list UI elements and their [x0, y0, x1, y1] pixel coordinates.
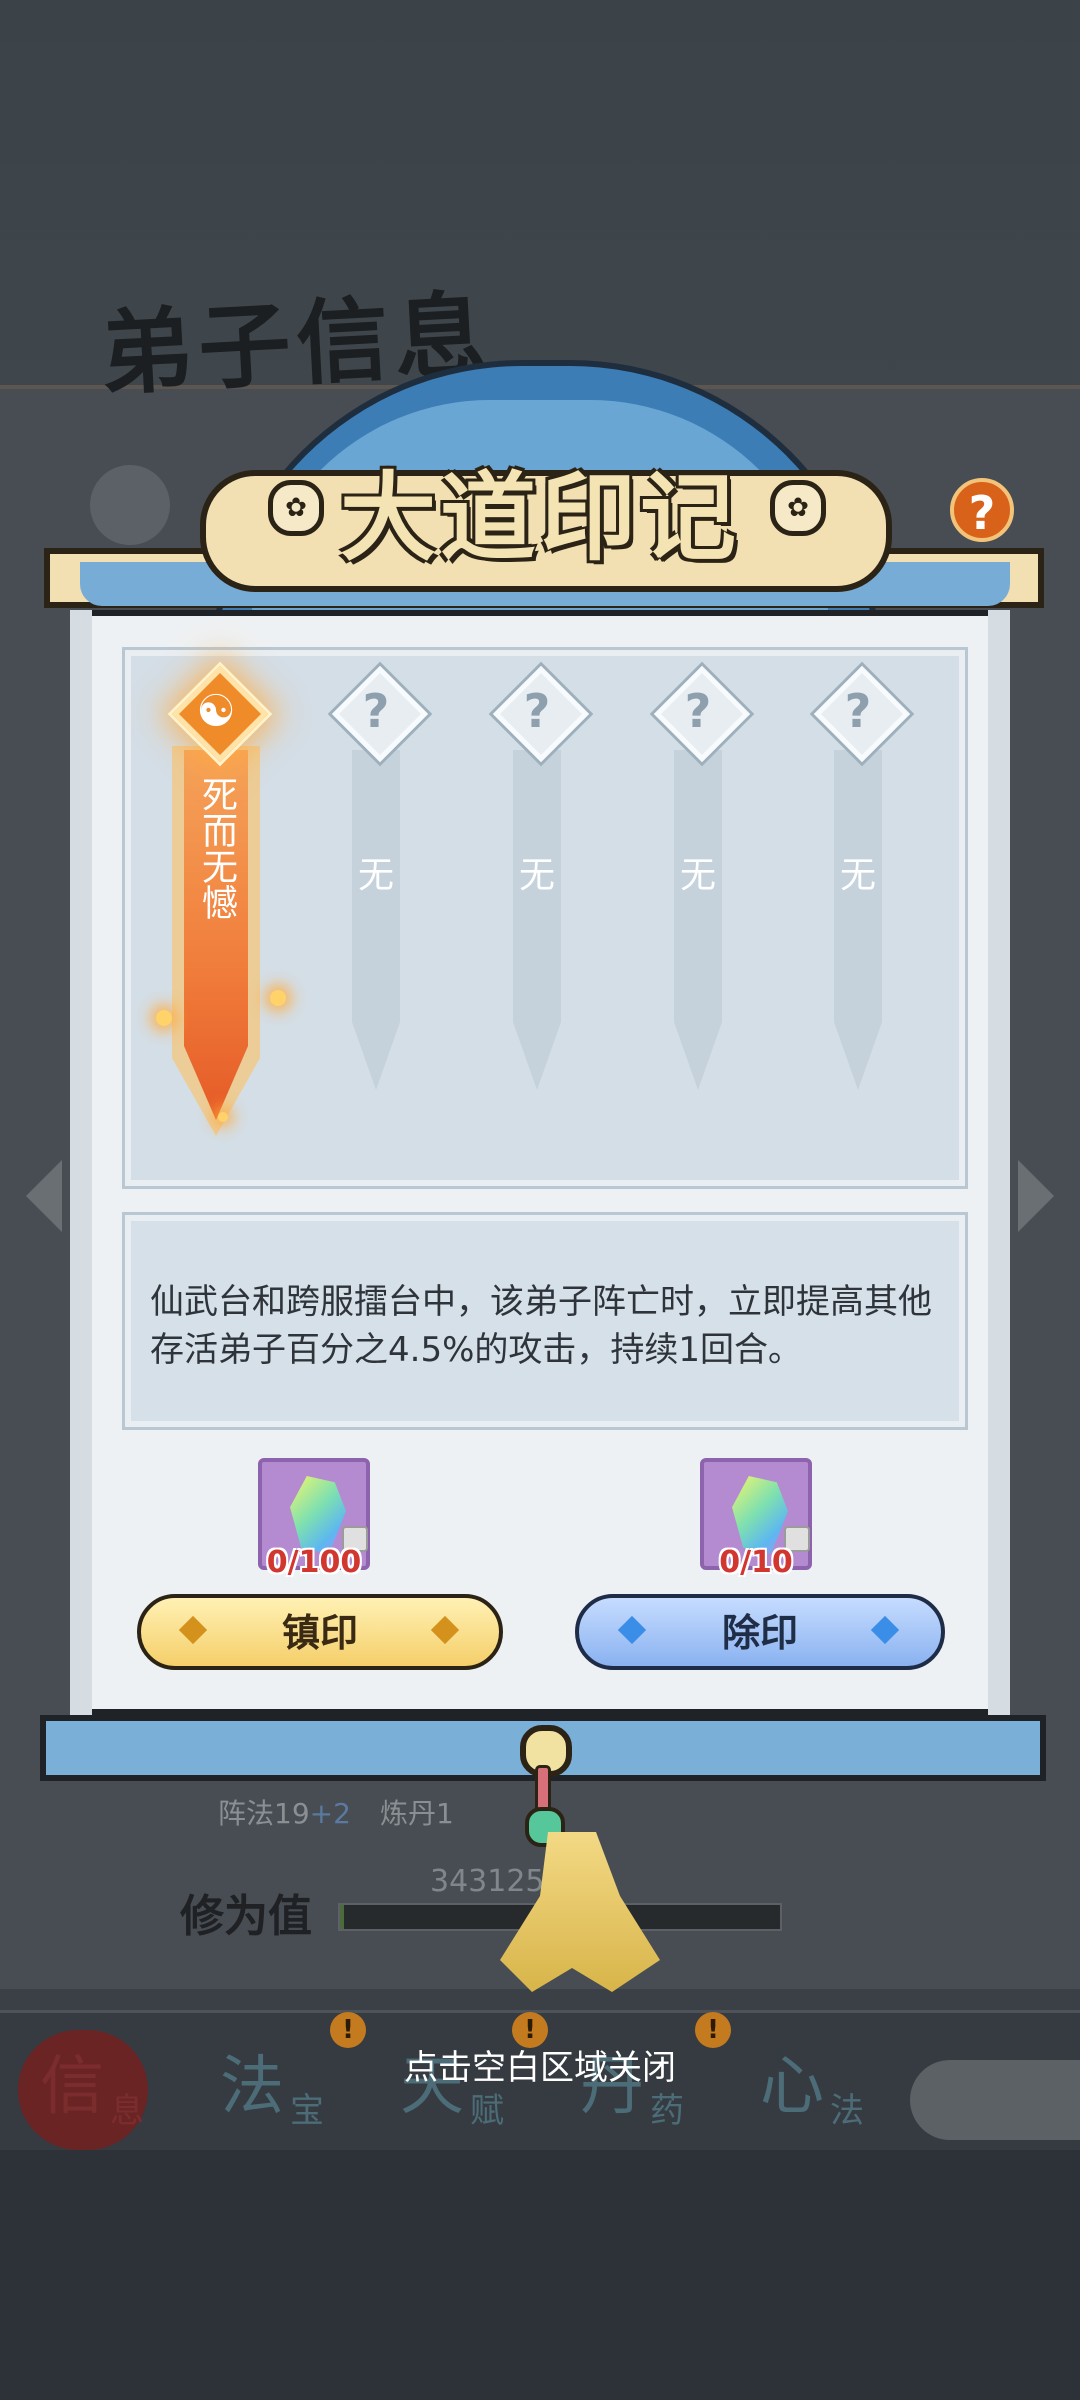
- seal-slot-3[interactable]: ? 无: [487, 665, 590, 1100]
- stat-formation-label: 阵法: [218, 1797, 275, 1830]
- question-icon: ?: [684, 684, 712, 738]
- tab-info-small: 息: [110, 2091, 144, 2131]
- seal-slot-name: 无: [357, 855, 394, 896]
- seal-slot-5[interactable]: ? 无: [808, 665, 911, 1100]
- seal-slot-name: 无: [679, 855, 716, 896]
- help-button[interactable]: ?: [950, 478, 1014, 542]
- seal-slot-4[interactable]: ? 无: [648, 665, 751, 1100]
- prev-disciple-arrow-icon[interactable]: [26, 1160, 62, 1232]
- seal-slot-name: 死而无憾: [196, 776, 237, 920]
- stat-alchemy-label: 炼丹: [380, 1797, 437, 1830]
- xiuwei-value-visible: 343125/: [430, 1864, 555, 1899]
- seal-slot-blade: [834, 750, 882, 1090]
- spark-particle: [270, 990, 286, 1006]
- question-icon: ?: [362, 684, 390, 738]
- dialog-title: 大道印记: [340, 461, 740, 574]
- stat-formation: 阵法19+2: [218, 1792, 351, 1832]
- question-icon: ?: [844, 684, 872, 738]
- spark-particle: [156, 1010, 172, 1026]
- tab-treasure-small: 宝: [290, 2091, 324, 2131]
- stat-formation-bonus: +2: [309, 1797, 351, 1830]
- tab-pill-small: 药: [650, 2091, 684, 2131]
- background-footer: [0, 2150, 1080, 2400]
- seal-slot-blade: [674, 750, 722, 1090]
- disciple-icon: [90, 465, 170, 545]
- tab-mind-art-small: 法: [830, 2091, 864, 2131]
- seal-slot-blade: [352, 750, 400, 1090]
- spark-particle: [218, 1112, 228, 1122]
- crystal-icon: [732, 1476, 788, 1554]
- seal-slot-name: 无: [839, 855, 876, 896]
- seal-description: 仙武台和跨服擂台中，该弟子阵亡时，立即提高其他存活弟子百分之4.5%的攻击，持续…: [150, 1282, 932, 1370]
- cloud-knot-icon: ✿: [770, 480, 826, 536]
- dragon-seal-icon: ☯: [196, 686, 236, 737]
- cloud-knot-icon: ✿: [268, 480, 324, 536]
- seal-slot-1[interactable]: ☯ 死而无憾: [166, 665, 269, 1136]
- scroll-edge-right: [988, 610, 1010, 1715]
- close-hint[interactable]: 点击空白区域关闭: [0, 2040, 1080, 2089]
- next-disciple-arrow-icon[interactable]: [1018, 1160, 1054, 1232]
- xiuwei-progress-fill: [340, 1905, 345, 1929]
- crystal-icon: [290, 1476, 346, 1554]
- seal-slot-blade: [513, 750, 561, 1090]
- question-icon: ?: [523, 684, 551, 738]
- seal-cost-count: 0/100: [266, 1545, 362, 1580]
- seal-slot-2[interactable]: ? 无: [326, 665, 429, 1100]
- stat-alchemy: 炼丹1: [380, 1792, 454, 1832]
- stat-formation-value: 19: [274, 1797, 310, 1830]
- xiuwei-label: 修为值: [180, 1891, 312, 1942]
- stat-alchemy-value: 1: [436, 1797, 454, 1830]
- seal-slot-name: 无: [518, 855, 555, 896]
- unseal-cost-count: 0/10: [719, 1545, 793, 1580]
- tab-talent-small: 赋: [470, 2091, 504, 2131]
- scroll-edge-left: [70, 610, 92, 1715]
